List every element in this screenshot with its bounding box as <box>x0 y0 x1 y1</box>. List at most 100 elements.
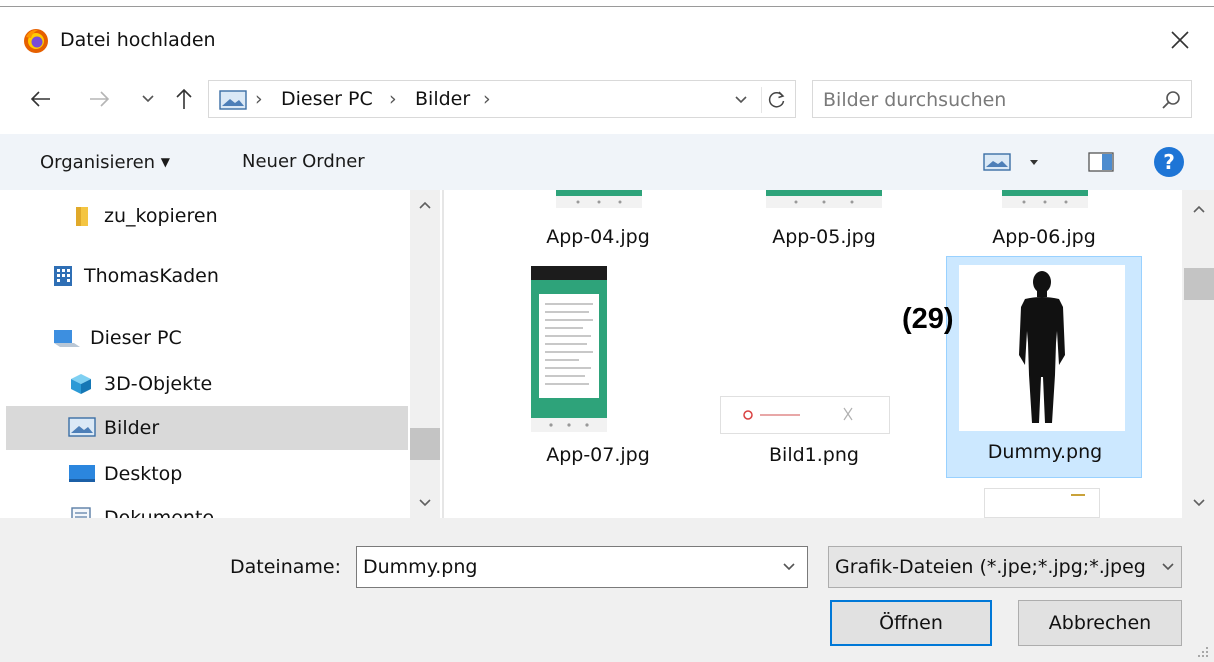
close-icon <box>1171 31 1189 49</box>
sidebar-item-dieser-pc[interactable]: Dieser PC <box>6 316 408 360</box>
filename-history-button[interactable] <box>775 555 803 579</box>
network-building-icon <box>50 264 76 288</box>
filetype-dropdown-button[interactable] <box>1155 555 1181 579</box>
file-name: Dummy.png <box>987 441 1103 463</box>
sidebar-item-desktop[interactable]: Desktop <box>6 452 408 496</box>
chevron-down-icon <box>783 563 795 571</box>
sidebar-item-3d-objekte[interactable]: 3D-Objekte <box>6 362 408 406</box>
breadcrumb-bilder[interactable]: Bilder <box>415 86 470 112</box>
file-item-partial[interactable] <box>984 488 1100 518</box>
address-dropdown-button[interactable] <box>727 89 755 111</box>
scroll-thumb[interactable] <box>1184 268 1214 300</box>
chevron-down-icon <box>735 96 747 104</box>
scroll-up-icon[interactable] <box>1184 196 1214 222</box>
filetype-value: Grafik-Dateien (*.jpe;*.jpg;*.jpeg <box>835 556 1146 578</box>
navigation-row: › Dieser PC › Bilder › Bilder durchsuche… <box>0 72 1214 126</box>
sidebar-item-dokumente[interactable]: Dokumente <box>6 496 408 518</box>
arrow-right-icon <box>90 91 110 107</box>
open-button[interactable]: Öffnen <box>830 600 992 646</box>
filename-input[interactable]: Dummy.png <box>356 546 808 588</box>
window-title: Datei hochladen <box>60 29 216 51</box>
refresh-icon <box>768 91 784 108</box>
navigation-pane: zu_kopieren ThomasKaden Dieser PC 3D-Obj… <box>0 190 442 518</box>
back-button[interactable] <box>24 82 58 116</box>
cancel-button[interactable]: Abbrechen <box>1018 600 1182 646</box>
navigation-scrollbar[interactable] <box>410 190 440 518</box>
title-bar: Datei hochladen <box>0 7 1214 69</box>
close-button[interactable] <box>1160 23 1200 57</box>
filename-value: Dummy.png <box>363 556 478 578</box>
cube-3d-icon <box>68 372 94 396</box>
pictures-icon <box>68 416 96 440</box>
file-thumbnail <box>556 190 642 208</box>
command-toolbar: Organisieren ▼ Neuer Ordner ? <box>0 134 1214 190</box>
file-item-dummy[interactable]: Dummy.png <box>946 256 1142 478</box>
scroll-up-icon[interactable] <box>410 192 440 218</box>
organize-button[interactable]: Organisieren ▼ <box>40 150 170 175</box>
file-list: App-04.jpg App-05.jpg App-06.jpg App-07.… <box>444 190 1184 518</box>
up-button[interactable] <box>170 82 198 116</box>
file-item-app-04[interactable]: App-04.jpg <box>500 190 696 254</box>
file-name: Bild1.png <box>769 444 859 466</box>
refresh-button[interactable] <box>761 87 791 113</box>
sidebar-item-label: Dokumente <box>104 507 215 518</box>
address-bar[interactable]: › Dieser PC › Bilder › <box>208 80 796 118</box>
sidebar-item-label: Dieser PC <box>90 327 182 349</box>
sidebar-item-label: ThomasKaden <box>84 265 219 287</box>
file-thumbnail <box>766 190 882 208</box>
search-placeholder: Bilder durchsuchen <box>823 89 1007 111</box>
recent-locations-button[interactable] <box>136 82 160 116</box>
help-icon: ? <box>1154 147 1184 177</box>
organize-label: Organisieren <box>40 152 156 173</box>
search-input[interactable]: Bilder durchsuchen <box>812 80 1192 118</box>
file-name: App-04.jpg <box>546 226 650 248</box>
chevron-down-icon <box>1162 563 1174 571</box>
sidebar-item-label: Bilder <box>104 417 160 439</box>
pictures-icon <box>219 90 247 110</box>
file-item-bild1[interactable]: Bild1.png <box>716 262 912 474</box>
file-name: App-05.jpg <box>772 226 876 248</box>
file-item-app-06[interactable]: App-06.jpg <box>946 190 1142 254</box>
preview-pane-button[interactable] <box>1086 146 1116 178</box>
svg-text:?: ? <box>1163 150 1175 174</box>
sidebar-item-label: zu_kopieren <box>104 205 218 227</box>
breadcrumb-separator-icon[interactable]: › <box>483 86 491 112</box>
forward-button[interactable] <box>82 82 116 116</box>
file-name: App-07.jpg <box>546 444 650 466</box>
file-list-scrollbar[interactable] <box>1184 190 1214 518</box>
documents-icon <box>68 506 94 518</box>
desktop-icon <box>68 462 95 486</box>
breadcrumb-separator-icon: › <box>389 88 397 110</box>
sidebar-item-thomaskaden[interactable]: ThomasKaden <box>6 254 408 298</box>
scroll-thumb[interactable] <box>410 428 440 460</box>
dialog-footer: Dateiname: Dummy.png Grafik-Dateien (*.j… <box>0 518 1214 662</box>
view-options-button[interactable] <box>982 146 1044 178</box>
search-icon[interactable] <box>1159 88 1183 112</box>
help-button[interactable]: ? <box>1152 146 1186 178</box>
firefox-icon <box>22 27 50 55</box>
filename-label: Dateiname: <box>230 556 341 578</box>
chevron-down-icon <box>142 95 154 103</box>
file-thumbnail <box>1002 190 1088 208</box>
filetype-select[interactable]: Grafik-Dateien (*.jpe;*.jpg;*.jpeg <box>828 546 1182 588</box>
preview-pane-icon <box>1088 152 1114 172</box>
scroll-down-icon[interactable] <box>1184 490 1214 516</box>
resize-grip-icon[interactable] <box>1196 644 1210 658</box>
scroll-down-icon[interactable] <box>410 490 440 516</box>
breadcrumb-separator-icon: › <box>255 88 263 110</box>
caret-down-icon: ▼ <box>160 155 171 169</box>
file-thumbnail <box>531 266 607 432</box>
view-options-icon <box>983 153 1038 171</box>
sidebar-item-label: Desktop <box>104 463 183 485</box>
file-item-app-05[interactable]: App-05.jpg <box>726 190 922 254</box>
computer-icon <box>52 326 80 350</box>
new-folder-button[interactable]: Neuer Ordner <box>242 150 365 174</box>
sidebar-item-bilder[interactable]: Bilder <box>6 406 408 450</box>
annotation-label: (29) <box>902 303 954 335</box>
folder-icon <box>72 204 98 228</box>
file-item-app-07[interactable]: App-07.jpg <box>500 262 696 474</box>
sidebar-item-zu-kopieren[interactable]: zu_kopieren <box>6 194 408 238</box>
file-thumbnail <box>959 265 1125 431</box>
breadcrumb-dieser-pc[interactable]: Dieser PC <box>281 86 373 112</box>
arrow-left-icon <box>30 91 50 107</box>
